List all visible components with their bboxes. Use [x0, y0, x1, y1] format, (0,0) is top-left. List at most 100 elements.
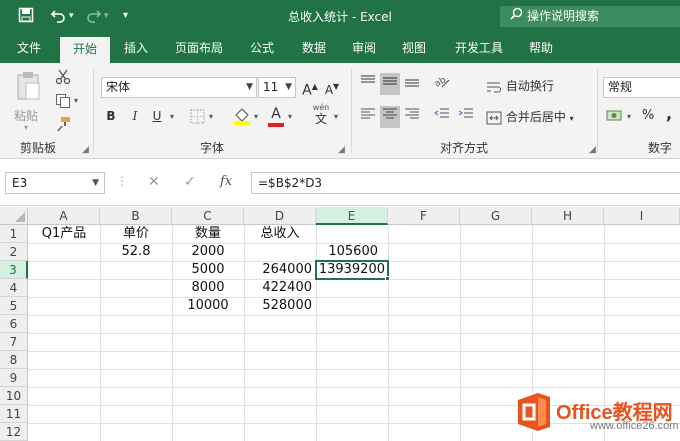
shrink-font-button[interactable]: A▼ — [323, 76, 341, 98]
column-header-e[interactable]: E — [316, 207, 388, 225]
cell-c4[interactable]: 8000 — [172, 279, 244, 297]
column-header-a[interactable]: A — [28, 207, 100, 225]
row-header-10[interactable]: 10 — [0, 387, 28, 405]
column-header-g[interactable]: G — [460, 207, 532, 225]
select-all-corner[interactable] — [0, 207, 28, 225]
underline-button[interactable]: U — [149, 105, 165, 127]
more-options-icon[interactable]: ⋮ — [116, 174, 128, 188]
merge-center-button[interactable]: 合并后居中 ▾ — [486, 106, 586, 128]
font-name-combo[interactable]: 宋体 ▼ — [101, 77, 257, 98]
cell-b1[interactable]: 单价 — [100, 225, 172, 243]
orientation-button[interactable]: ab — [430, 73, 454, 95]
underline-dropdown-icon[interactable]: ▾ — [170, 112, 174, 121]
column-header-f[interactable]: F — [388, 207, 460, 225]
cell-e2[interactable]: 105600 — [316, 243, 388, 261]
cell-d3[interactable]: 264000 — [244, 261, 316, 279]
tab-insert[interactable]: 插入 — [112, 33, 160, 63]
font-color-dropdown-icon[interactable]: ▾ — [288, 112, 292, 121]
row-header-5[interactable]: 5 — [0, 297, 28, 315]
row-header-8[interactable]: 8 — [0, 351, 28, 369]
phonetic-dropdown-icon[interactable]: ▾ — [334, 112, 338, 121]
cell-c2[interactable]: 2000 — [172, 243, 244, 261]
decrease-indent-button[interactable] — [432, 106, 452, 128]
cell-d5[interactable]: 528000 — [244, 297, 316, 315]
cell-a1[interactable]: Q1产品 — [28, 225, 100, 243]
cancel-icon[interactable]: ✕ — [148, 174, 160, 190]
number-format-combo[interactable]: 常规 — [603, 77, 680, 98]
row-header-12[interactable]: 12 — [0, 423, 28, 441]
align-top-button[interactable] — [358, 73, 378, 95]
cell-c5[interactable]: 10000 — [172, 297, 244, 315]
cell-d4[interactable]: 422400 — [244, 279, 316, 297]
gridline — [28, 351, 680, 352]
tab-review[interactable]: 审阅 — [340, 33, 388, 63]
comma-button[interactable]: , — [662, 103, 676, 125]
align-middle-button[interactable] — [380, 73, 400, 95]
tab-file[interactable]: 文件 — [5, 33, 53, 63]
row-header-9[interactable]: 9 — [0, 369, 28, 387]
alignment-launcher-icon[interactable]: ◢ — [589, 145, 596, 155]
watermark-url: www.office26.com — [590, 420, 679, 432]
fill-color-icon[interactable] — [233, 107, 251, 128]
tab-home[interactable]: 开始 — [60, 37, 110, 63]
paste-button[interactable]: 粘贴 ▾ — [10, 69, 46, 135]
tell-me-box[interactable]: 操作说明搜索 — [500, 6, 680, 27]
italic-button[interactable]: I — [127, 105, 143, 127]
column-header-h[interactable]: H — [532, 207, 604, 225]
borders-dropdown-icon[interactable]: ▾ — [209, 112, 213, 121]
clipboard-launcher-icon[interactable]: ◢ — [82, 145, 89, 155]
align-bottom-button[interactable] — [402, 73, 422, 95]
alignment-group-label: 对齐方式 — [440, 141, 489, 155]
cell-c1[interactable]: 数量 — [172, 225, 244, 243]
font-size-combo[interactable]: 11 ▼ — [258, 77, 296, 98]
insert-function-button[interactable]: fx — [220, 174, 232, 189]
tab-data[interactable]: 数据 — [290, 33, 338, 63]
copy-icon[interactable] — [55, 93, 71, 112]
currency-icon[interactable] — [606, 108, 624, 127]
fill-handle[interactable] — [385, 276, 390, 281]
wrap-text-button[interactable]: 自动换行 — [486, 75, 576, 97]
paste-dropdown-icon: ▾ — [24, 123, 29, 132]
align-right-button[interactable] — [402, 106, 422, 128]
format-painter-icon[interactable] — [55, 116, 71, 135]
name-box[interactable]: E3 ▼ — [5, 172, 105, 194]
row-header-3[interactable]: 3 — [0, 261, 28, 279]
ribbon: 粘贴 ▾ ▾ 剪贴板 ◢ 宋体 ▼ 11 ▼ A▲ A▼ B I U ▾ ▾ ▾… — [0, 63, 680, 159]
font-launcher-icon[interactable]: ◢ — [338, 145, 345, 155]
row-header-2[interactable]: 2 — [0, 243, 28, 261]
cut-icon[interactable] — [55, 69, 71, 88]
copy-dropdown-icon[interactable]: ▾ — [74, 96, 78, 105]
cell-d1[interactable]: 总收入 — [244, 225, 316, 243]
increase-indent-button[interactable] — [456, 106, 476, 128]
fill-color-dropdown-icon[interactable]: ▾ — [254, 112, 258, 121]
row-header-1[interactable]: 1 — [0, 225, 28, 243]
row-header-6[interactable]: 6 — [0, 315, 28, 333]
tab-help[interactable]: 帮助 — [518, 33, 564, 63]
percent-button[interactable]: % — [640, 105, 656, 127]
column-header-d[interactable]: D — [244, 207, 316, 225]
font-color-button[interactable]: A — [266, 105, 286, 127]
formula-input[interactable]: =$B$2*D3 — [251, 172, 680, 194]
row-header-4[interactable]: 4 — [0, 279, 28, 297]
column-header-b[interactable]: B — [100, 207, 172, 225]
row-header-11[interactable]: 11 — [0, 405, 28, 423]
column-header-i[interactable]: I — [604, 207, 680, 225]
row-header-7[interactable]: 7 — [0, 333, 28, 351]
phonetic-guide-button[interactable]: wén 文 — [310, 103, 332, 129]
align-center-button[interactable] — [380, 106, 400, 128]
cell-c3[interactable]: 5000 — [172, 261, 244, 279]
grow-font-button[interactable]: A▲ — [301, 76, 319, 99]
font-color-swatch — [268, 123, 284, 127]
column-header-c[interactable]: C — [172, 207, 244, 225]
bold-button[interactable]: B — [103, 105, 119, 127]
tab-developer[interactable]: 开发工具 — [445, 33, 513, 63]
tab-formulas[interactable]: 公式 — [238, 33, 286, 63]
currency-dropdown-icon[interactable]: ▾ — [627, 112, 631, 121]
cell-b2[interactable]: 52.8 — [100, 243, 172, 261]
tab-page-layout[interactable]: 页面布局 — [165, 33, 233, 63]
tab-view[interactable]: 视图 — [390, 33, 438, 63]
borders-icon[interactable] — [190, 109, 205, 127]
align-bottom-icon — [405, 79, 419, 87]
align-left-button[interactable] — [358, 106, 378, 128]
enter-icon[interactable]: ✓ — [184, 174, 196, 190]
